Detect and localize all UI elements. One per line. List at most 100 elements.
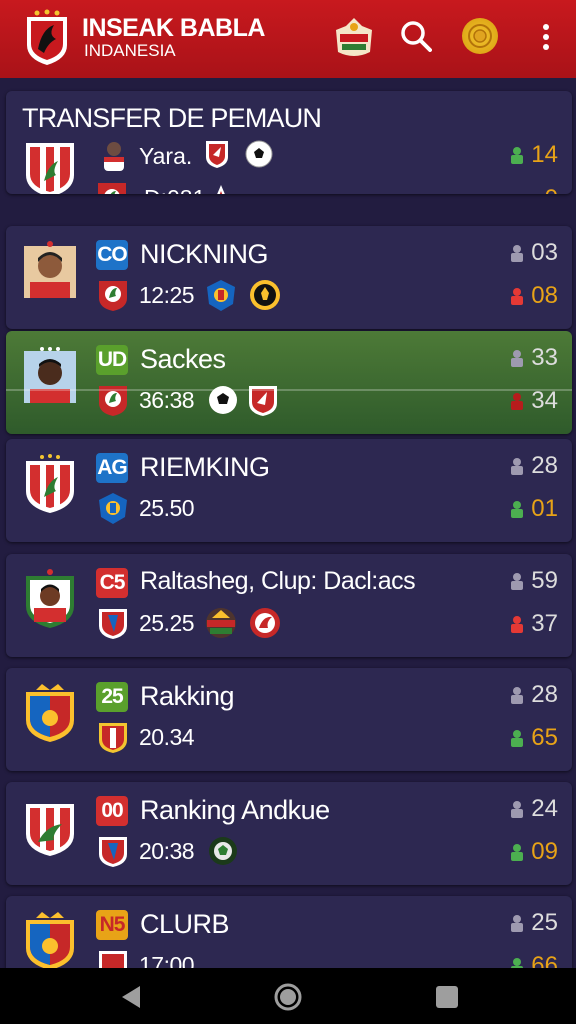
stat-up: 25 (509, 909, 558, 937)
back-icon[interactable] (116, 982, 146, 1012)
club-crest-icon (99, 386, 127, 416)
list-item[interactable]: 25 Rakking 20.34 28 65 (6, 668, 572, 771)
score-label: 25.50 (139, 495, 195, 521)
player-down-icon (511, 288, 524, 305)
position-tag: 00 (96, 796, 128, 826)
club-crest-icon (99, 493, 127, 524)
stat-value: 34 (531, 387, 558, 414)
player-down-icon (511, 616, 524, 633)
stat-value: 65 (531, 724, 558, 751)
player-down-icon (511, 393, 524, 410)
club-crest-icon (206, 141, 228, 168)
player-up-icon (511, 501, 524, 518)
system-nav-bar (0, 968, 576, 1024)
player-up-icon (511, 958, 524, 968)
club-crest-icon (26, 143, 74, 194)
section-title: TRANSFER DE PEMAUN (22, 103, 322, 133)
score-label: 20.34 (139, 724, 195, 750)
club-crest-icon (99, 723, 127, 753)
club-crest-icon (98, 183, 126, 194)
app-logo-icon (27, 9, 67, 65)
list-item[interactable]: C5 Raltasheg, Clup: Dacl:acs 25.25 59 37 (6, 554, 572, 657)
stat-value: 66 (531, 952, 558, 968)
list-item[interactable]: 00 Ranking Andkue 20:38 24 09 (6, 782, 572, 885)
player-photo-icon (26, 569, 74, 628)
stat-value: 0 (545, 185, 558, 194)
club-name: NICKNING (140, 239, 269, 269)
club-name: Ranking Andkue (140, 795, 330, 825)
player-up-icon (511, 147, 524, 164)
score-label: 17:00 (139, 952, 195, 968)
club-crest-icon (206, 608, 236, 638)
football-icon (245, 140, 273, 168)
list-item[interactable]: N5 CLURB 17:00 25 66 (6, 896, 572, 968)
list-item-selected[interactable]: UD Sackes 36:38 33 34 (6, 331, 572, 434)
stat-value: 25 (531, 909, 558, 936)
player-name: Yara. (139, 143, 193, 169)
player-photo-icon (24, 241, 76, 298)
player-icon (511, 687, 524, 704)
club-crest-icon (99, 837, 127, 867)
club-crest-icon (250, 608, 280, 638)
position-tag: AG (96, 453, 128, 483)
club-crest-icon (250, 280, 280, 310)
stat-value: 28 (531, 452, 558, 479)
stat-secondary: 01 (509, 495, 558, 523)
score-label: 20:38 (139, 838, 195, 864)
app-subtitle: INDANESIA (84, 41, 176, 60)
list-item[interactable]: CO NICKNING 12:25 03 08 (6, 226, 572, 329)
player-avatar-icon (104, 142, 124, 171)
player-photo-icon (24, 347, 76, 403)
app-title: INSEAK BABLA (82, 14, 265, 42)
player-icon (511, 350, 524, 367)
stat-secondary: 65 (509, 724, 558, 752)
player-icon (511, 801, 524, 818)
stat-value: 24 (531, 795, 558, 822)
club-list[interactable]: TRANSFER DE PEMAUN Yara. D:081 14 0 (0, 78, 576, 968)
stat-up: 28 (509, 681, 558, 709)
club-crest-icon (26, 912, 74, 968)
stat-secondary: 66 (509, 952, 558, 968)
list-item[interactable]: AG RIEMKING 25.50 28 01 (6, 439, 572, 542)
recents-icon[interactable] (432, 982, 462, 1012)
club-crest-icon (26, 454, 74, 513)
stat-up: 03 (509, 239, 558, 267)
coin-icon[interactable] (462, 18, 498, 54)
stat-secondary: 34 (509, 387, 558, 415)
player-up-icon (511, 730, 524, 747)
club-name: Sackes (140, 344, 226, 374)
club-name: Rakking (140, 681, 235, 711)
stat-secondary: 09 (509, 838, 558, 866)
list-item[interactable]: TRANSFER DE PEMAUN Yara. D:081 14 0 (6, 91, 572, 194)
stat-value: 01 (531, 495, 558, 522)
stat-secondary: 08 (509, 282, 558, 310)
score-label: 25.25 (139, 610, 195, 636)
player-icon (511, 245, 524, 262)
stat-value: 28 (531, 681, 558, 708)
warning-icon (217, 185, 225, 194)
stat-value: 33 (531, 344, 558, 371)
position-tag: CO (96, 240, 128, 270)
app-bar: INSEAK BABLA INDANESIA (0, 0, 576, 78)
stat-up: 24 (509, 795, 558, 823)
position-tag: N5 (96, 910, 128, 940)
stat-value: 09 (531, 838, 558, 865)
stat-value: 14 (531, 141, 558, 168)
club-name: CLURB (140, 909, 230, 939)
position-tag: 25 (96, 682, 128, 712)
stat-value: 08 (531, 282, 558, 309)
more-vert-icon[interactable] (536, 22, 556, 52)
score-label: 12:25 (139, 282, 195, 308)
score-label: D:081 (144, 185, 205, 194)
club-crest-icon (26, 684, 74, 742)
club-name: RIEMKING (140, 452, 270, 482)
search-icon[interactable] (400, 20, 432, 52)
home-icon[interactable] (273, 982, 303, 1012)
club-crest-icon (209, 837, 237, 865)
stat-value: 37 (531, 610, 558, 637)
club-crest-icon (207, 280, 235, 311)
club-badge-icon[interactable] (334, 16, 374, 60)
club-name: Raltasheg, Clup: Dacl:acs (140, 567, 416, 595)
position-tag: C5 (96, 568, 128, 598)
player-up-icon (511, 844, 524, 861)
